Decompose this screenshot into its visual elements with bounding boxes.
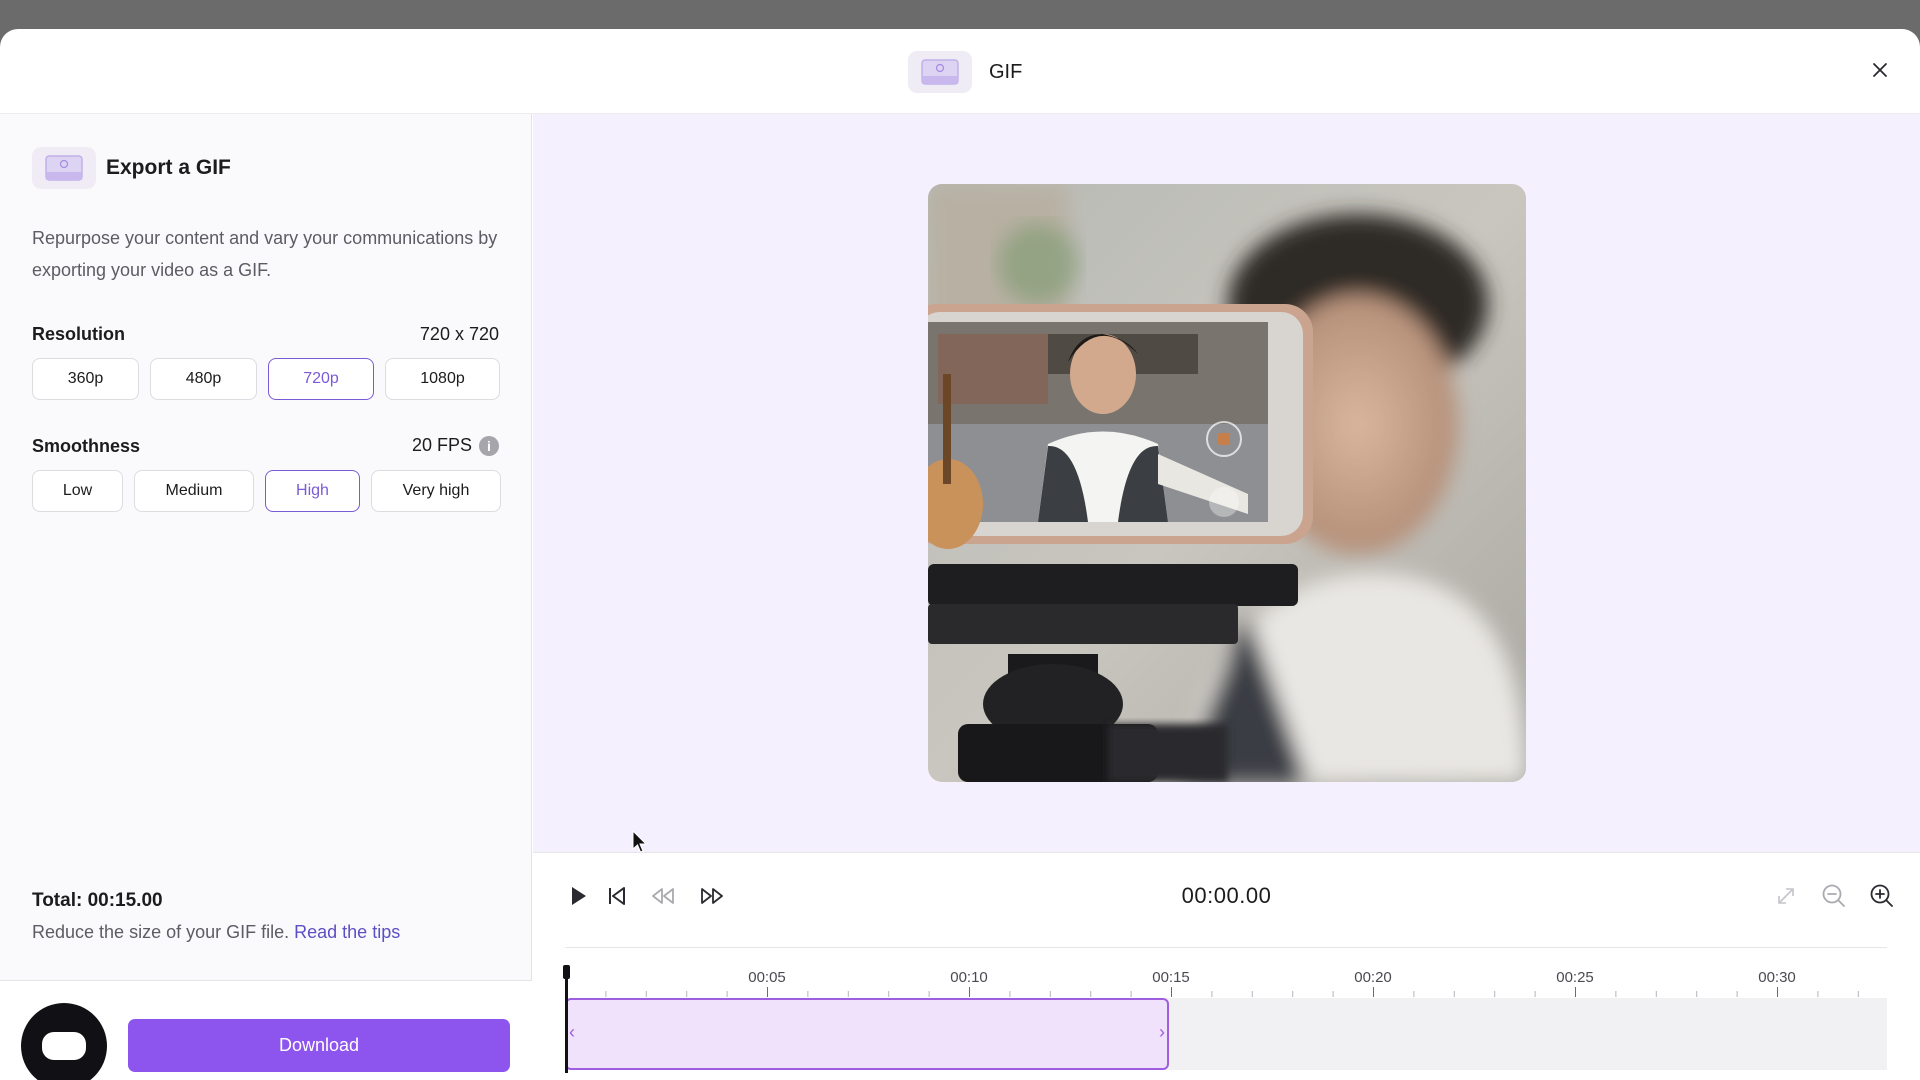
- size-hint-text: Reduce the size of your GIF file.: [32, 922, 290, 942]
- resolution-720p-button[interactable]: 720p: [268, 358, 374, 400]
- download-button[interactable]: Download: [128, 1019, 510, 1072]
- collapse-icon: [1778, 888, 1794, 904]
- gif-export-modal: GIF Export a GIF Repurpose your content …: [0, 29, 1920, 1080]
- resolution-480p-button[interactable]: 480p: [150, 358, 257, 400]
- tick-label-25s: 00:25: [1556, 969, 1594, 986]
- resolution-label: Resolution: [32, 324, 125, 344]
- read-tips-link[interactable]: Read the tips: [294, 922, 400, 942]
- gif-icon: [908, 51, 972, 93]
- smoothness-options: Low Medium High Very high: [32, 470, 501, 512]
- size-hint: Reduce the size of your GIF file. Read t…: [32, 922, 400, 943]
- preview-area: [533, 114, 1920, 852]
- smoothness-very-high-button[interactable]: Very high: [371, 470, 501, 512]
- tick-label-10s: 00:10: [950, 969, 988, 986]
- timeline-panel: 00:00.00 00:05 00:10 00:15 00:20 00:25 0…: [533, 852, 1920, 1080]
- close-icon: [1873, 63, 1887, 77]
- chat-icon: [42, 1032, 86, 1060]
- total-duration: Total: 00:15.00: [32, 890, 163, 911]
- modal-title: GIF: [989, 60, 1023, 83]
- smoothness-label: Smoothness: [32, 436, 141, 456]
- header-title-group: GIF: [908, 51, 1022, 93]
- left-footer: Download: [0, 980, 532, 1080]
- resolution-360p-button[interactable]: 360p: [32, 358, 139, 400]
- smoothness-high-button[interactable]: High: [265, 470, 360, 512]
- smoothness-medium-button[interactable]: Medium: [134, 470, 254, 512]
- zoom-in-button[interactable]: [1867, 881, 1897, 911]
- smoothness-value-group: 20 FPS i: [412, 435, 499, 456]
- smoothness-low-button[interactable]: Low: [32, 470, 123, 512]
- export-settings-panel: Export a GIF Repurpose your content and …: [0, 114, 532, 1080]
- time-ruler: 00:05 00:10 00:15 00:20 00:25 00:30: [565, 957, 1887, 997]
- close-button[interactable]: [1868, 58, 1892, 82]
- current-time: 00:00.00: [1181, 883, 1272, 908]
- export-description: Repurpose your content and vary your com…: [32, 228, 498, 280]
- zoom-in-icon: [1870, 884, 1893, 907]
- tick-label-30s: 00:30: [1758, 969, 1796, 986]
- gif-export-icon: [32, 147, 96, 189]
- tick-label-5s: 00:05: [748, 969, 786, 986]
- tick-label-15s: 00:15: [1152, 969, 1190, 986]
- smoothness-value: 20 FPS: [411, 435, 472, 455]
- mouse-cursor-icon: [632, 830, 648, 853]
- gif-clip-range[interactable]: ‹ ›: [565, 998, 1169, 1070]
- export-heading: Export a GIF: [32, 147, 231, 189]
- chat-support-button[interactable]: [21, 1003, 107, 1080]
- playhead[interactable]: [563, 965, 570, 1073]
- clip-start-handle[interactable]: ‹: [569, 1022, 575, 1043]
- collapse-button[interactable]: [1771, 881, 1801, 911]
- zoom-out-icon: [1822, 884, 1845, 907]
- timeline-divider: [565, 947, 1887, 948]
- resolution-value: 720 x 720: [419, 324, 499, 344]
- video-preview: [928, 184, 1526, 782]
- playhead-knob[interactable]: [563, 965, 570, 979]
- modal-header: GIF: [0, 29, 1920, 114]
- clip-end-handle[interactable]: ›: [1159, 1022, 1165, 1043]
- tick-label-20s: 00:20: [1354, 969, 1392, 986]
- export-title: Export a GIF: [106, 156, 231, 179]
- zoom-out-button[interactable]: [1819, 881, 1849, 911]
- resolution-options: 360p 480p 720p 1080p: [32, 358, 500, 400]
- info-icon[interactable]: i: [479, 435, 499, 456]
- resolution-1080p-button[interactable]: 1080p: [385, 358, 500, 400]
